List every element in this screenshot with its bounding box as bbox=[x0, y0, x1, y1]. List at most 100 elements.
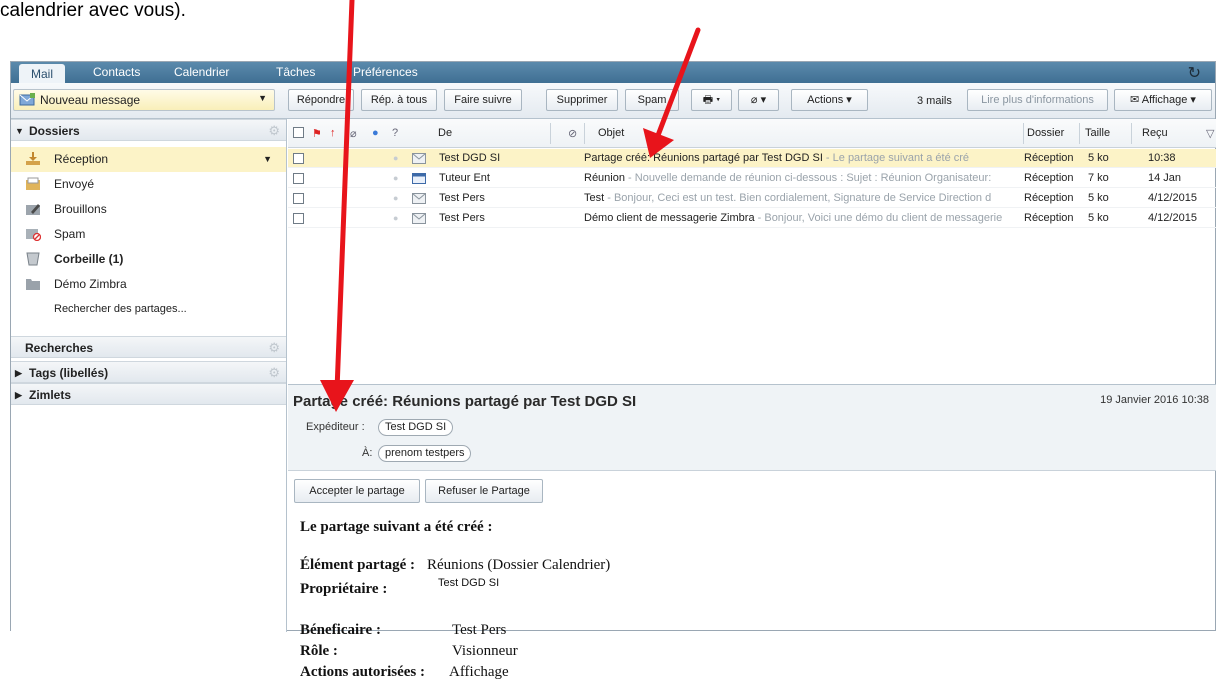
envelope-icon bbox=[412, 213, 426, 224]
unread-dot-icon[interactable]: ● bbox=[393, 209, 398, 228]
folder-icon bbox=[26, 279, 40, 290]
row-subject: Démo client de messagerie Zimbra - Bonjo… bbox=[584, 212, 1003, 224]
sidebar-item-label: Envoyé bbox=[54, 177, 95, 191]
table-row[interactable]: ● Test Pers Démo client de messagerie Zi… bbox=[288, 209, 1216, 228]
new-message-button[interactable]: Nouveau message ▼ bbox=[13, 89, 275, 111]
sidebar-item-demo-zimbra[interactable]: Démo Zimbra bbox=[11, 272, 286, 297]
search-shares-label: Rechercher des partages... bbox=[54, 303, 187, 315]
header-from[interactable]: De bbox=[438, 127, 452, 139]
delete-button[interactable]: Supprimer bbox=[546, 89, 618, 111]
gear-icon[interactable]: ⚙ bbox=[268, 337, 280, 359]
unread-dot-icon[interactable]: ● bbox=[393, 169, 398, 188]
header-size[interactable]: Taille bbox=[1085, 127, 1110, 139]
read-status-icon[interactable]: ● bbox=[372, 127, 379, 139]
recipient-chip[interactable]: prenom testpers bbox=[378, 445, 472, 462]
actions-button[interactable]: Actions ▾ bbox=[791, 89, 868, 111]
view-label: Affichage bbox=[1141, 94, 1188, 106]
tab-contacts[interactable]: Contacts bbox=[93, 62, 140, 83]
tag-button[interactable]: ⌀ ▾ bbox=[738, 89, 779, 111]
role-value: Visionneur bbox=[452, 643, 518, 659]
chevron-down-icon[interactable]: ▼ bbox=[258, 93, 267, 103]
folders-header[interactable]: ▼ Dossiers ⚙ bbox=[11, 119, 286, 141]
tag-icon[interactable]: ⌀ bbox=[350, 127, 357, 140]
sort-icon[interactable]: ▽ bbox=[1206, 127, 1214, 140]
search-shares-link[interactable]: Rechercher des partages... bbox=[11, 297, 286, 322]
print-button[interactable]: 🖶 ▾ bbox=[691, 89, 732, 111]
sidebar-item-trash[interactable]: Corbeille (1) bbox=[11, 247, 286, 272]
forward-button[interactable]: Faire suivre bbox=[444, 89, 522, 111]
accept-share-button[interactable]: Accepter le partage bbox=[294, 479, 420, 503]
header-subject[interactable]: Objet bbox=[598, 127, 624, 139]
zimlets-header-label: Zimlets bbox=[29, 388, 72, 402]
zimbra-window: Mail Contacts Calendrier Tâches Préféren… bbox=[10, 61, 1216, 680]
reply-all-button[interactable]: Rép. à tous bbox=[361, 89, 437, 111]
sidebar-item-sent[interactable]: Envoyé bbox=[11, 172, 286, 197]
spam-button[interactable]: Spam bbox=[625, 89, 679, 111]
row-date: 10:38 bbox=[1148, 152, 1176, 164]
refresh-icon[interactable]: ↻ bbox=[1188, 63, 1201, 83]
sidebar-item-label: Réception bbox=[54, 152, 109, 166]
table-row[interactable]: ● Test Pers Test - Bonjour, Ceci est un … bbox=[288, 189, 1216, 208]
tag-icon: ⌀ bbox=[750, 94, 758, 106]
message-title: Partage créé: Réunions partagé par Test … bbox=[293, 393, 637, 410]
folders-header-label: Dossiers bbox=[29, 124, 80, 138]
row-checkbox[interactable] bbox=[293, 193, 304, 204]
table-row[interactable]: ● Tuteur Ent Réunion - Nouvelle demande … bbox=[288, 169, 1216, 188]
calendar-invite-icon bbox=[412, 173, 426, 184]
zimlets-header[interactable]: ▶ Zimlets bbox=[11, 383, 286, 405]
row-size: 5 ko bbox=[1088, 212, 1109, 224]
row-checkbox[interactable] bbox=[293, 153, 304, 164]
tab-preferences[interactable]: Préférences bbox=[353, 62, 418, 83]
shared-item-value: Réunions (Dossier Calendrier) bbox=[427, 557, 611, 573]
triangle-down-icon: ▼ bbox=[15, 126, 24, 136]
chevron-down-icon[interactable]: ▼ bbox=[263, 147, 272, 172]
tab-mail[interactable]: Mail bbox=[19, 64, 66, 84]
role-label: Rôle : bbox=[300, 643, 338, 659]
document-caption: calendrier avec vous). bbox=[0, 0, 186, 21]
table-row[interactable]: ● Test DGD SI Partage créé: Réunions par… bbox=[288, 149, 1216, 168]
new-message-icon bbox=[19, 93, 35, 106]
mail-count: 3 mails bbox=[917, 95, 952, 107]
gear-icon[interactable]: ⚙ bbox=[268, 362, 280, 384]
tags-header[interactable]: ▶ Tags (libellés) ⚙ bbox=[11, 361, 286, 383]
gear-icon[interactable]: ⚙ bbox=[268, 120, 280, 142]
view-button[interactable]: ✉ Affichage ▾ bbox=[1114, 89, 1212, 111]
header-folder[interactable]: Dossier bbox=[1027, 127, 1064, 139]
unread-dot-icon[interactable]: ● bbox=[393, 189, 398, 208]
envelope-icon bbox=[412, 153, 426, 164]
header-received[interactable]: Reçu bbox=[1142, 127, 1168, 139]
envelope-icon bbox=[412, 193, 426, 204]
flag-icon[interactable]: ⚑ bbox=[312, 127, 322, 140]
unread-dot-icon[interactable]: ● bbox=[393, 149, 398, 168]
paperclip-icon[interactable]: ⊘ bbox=[568, 127, 577, 140]
sidebar-item-label: Démo Zimbra bbox=[54, 277, 127, 291]
sender-chip[interactable]: Test DGD SI bbox=[378, 419, 454, 436]
sidebar-item-drafts[interactable]: Brouillons bbox=[11, 197, 286, 222]
sidebar-item-inbox[interactable]: Réception ▼ bbox=[11, 147, 286, 172]
select-all-checkbox[interactable] bbox=[293, 127, 304, 138]
row-from: Test Pers bbox=[439, 192, 485, 204]
tab-calendar[interactable]: Calendrier bbox=[174, 62, 229, 83]
row-from: Test DGD SI bbox=[439, 152, 501, 164]
row-size: 5 ko bbox=[1088, 192, 1109, 204]
priority-icon[interactable]: ↑ bbox=[330, 127, 336, 139]
searches-header[interactable]: Recherches ⚙ bbox=[11, 336, 286, 358]
sidebar-item-spam[interactable]: Spam bbox=[11, 222, 286, 247]
row-from: Tuteur Ent bbox=[439, 172, 490, 184]
tab-tasks[interactable]: Tâches bbox=[276, 62, 315, 83]
row-checkbox[interactable] bbox=[293, 213, 304, 224]
more-info-button[interactable]: Lire plus d'informations bbox=[967, 89, 1108, 111]
trash-icon bbox=[26, 252, 40, 266]
shared-item-label: Élément partagé : bbox=[300, 557, 415, 573]
spam-icon bbox=[26, 229, 41, 241]
drafts-icon bbox=[26, 204, 40, 215]
row-folder: Réception bbox=[1024, 192, 1074, 204]
sidebar-item-label: Brouillons bbox=[54, 202, 107, 216]
row-date: 14 Jan bbox=[1148, 172, 1182, 184]
help-icon[interactable]: ? bbox=[392, 127, 398, 139]
refuse-share-button[interactable]: Refuser le Partage bbox=[425, 479, 543, 503]
row-checkbox[interactable] bbox=[293, 173, 304, 184]
reply-button[interactable]: Répondre bbox=[288, 89, 354, 111]
row-date: 4/12/2015 bbox=[1148, 192, 1197, 204]
message-date: 19 Janvier 2016 10:38 bbox=[1100, 394, 1209, 406]
